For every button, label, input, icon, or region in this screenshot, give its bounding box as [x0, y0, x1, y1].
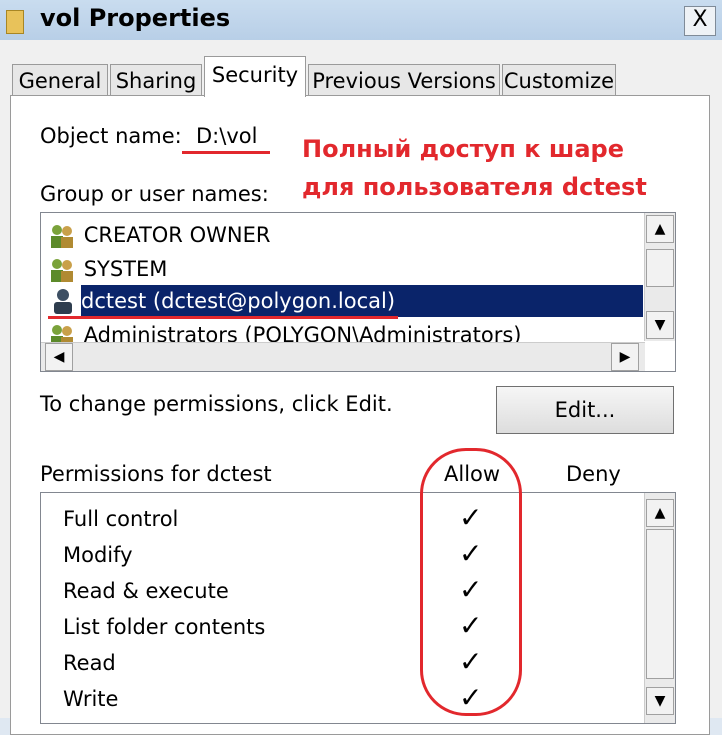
user-list-vscroll[interactable]: ▲ ▼ [644, 213, 675, 341]
permission-write: Write [63, 687, 119, 711]
user-label: CREATOR OWNER [83, 223, 271, 247]
permission-read: Read [63, 651, 116, 675]
change-permissions-text: To change permissions, click Edit. [40, 392, 393, 416]
user-list[interactable]: CREATOR OWNER SYSTEM dctest (dctest@poly… [40, 212, 676, 372]
edit-button[interactable]: Edit... [496, 386, 674, 434]
annotation-line-1: Полный доступ к шаре [302, 135, 624, 163]
user-system[interactable]: SYSTEM [47, 253, 167, 285]
group-icon [51, 259, 73, 282]
user-dctest[interactable]: dctest (dctest@polygon.local) [81, 285, 643, 317]
scroll-thumb[interactable] [646, 249, 674, 287]
permissions-list[interactable]: Full control ✓ Modify ✓ Read & execute ✓… [40, 492, 676, 724]
permission-read-execute: Read & execute [63, 579, 229, 603]
tab-general[interactable]: General [12, 64, 108, 96]
deny-header: Deny [566, 462, 621, 486]
permission-full-control: Full control [63, 507, 179, 531]
annotation-underline-object [182, 151, 270, 154]
tab-sharing[interactable]: Sharing [110, 64, 202, 96]
scroll-down-button[interactable]: ▼ [646, 687, 674, 715]
user-creator-owner[interactable]: CREATOR OWNER [47, 219, 270, 251]
folder-icon [6, 10, 24, 34]
window-title: vol Properties [40, 4, 231, 32]
annotation-text: Полный доступ к шаре для пользователя dc… [302, 130, 647, 206]
group-user-label: Group or user names: [40, 182, 269, 206]
annotation-underline-user [48, 316, 398, 319]
scroll-up-button[interactable]: ▲ [646, 499, 674, 527]
user-icon [54, 289, 72, 314]
scroll-right-button[interactable]: ▶ [611, 343, 639, 371]
object-name-label: Object name: [40, 124, 182, 148]
scroll-up-button[interactable]: ▲ [646, 215, 674, 243]
user-list-hscroll[interactable]: ◀ ▶ [41, 342, 645, 371]
group-icon [51, 225, 73, 248]
permission-list-folder: List folder contents [63, 615, 266, 639]
tab-customize[interactable]: Customize [502, 64, 616, 96]
scroll-thumb[interactable] [646, 529, 674, 679]
scroll-down-button[interactable]: ▼ [646, 311, 674, 339]
annotation-oval [420, 448, 522, 716]
title-bar: vol Properties X [0, 0, 722, 40]
scroll-left-button[interactable]: ◀ [45, 343, 73, 371]
permissions-vscroll[interactable]: ▲ ▼ [644, 493, 675, 723]
annotation-line-2: для пользователя dctest [302, 173, 647, 201]
tab-security[interactable]: Security [204, 56, 306, 97]
object-name-value: D:\vol [196, 124, 258, 148]
user-label: SYSTEM [83, 257, 168, 281]
tab-previous-versions[interactable]: Previous Versions [308, 64, 500, 96]
permission-modify: Modify [63, 543, 133, 567]
close-button[interactable]: X [684, 6, 716, 36]
permissions-label: Permissions for dctest [40, 462, 272, 486]
